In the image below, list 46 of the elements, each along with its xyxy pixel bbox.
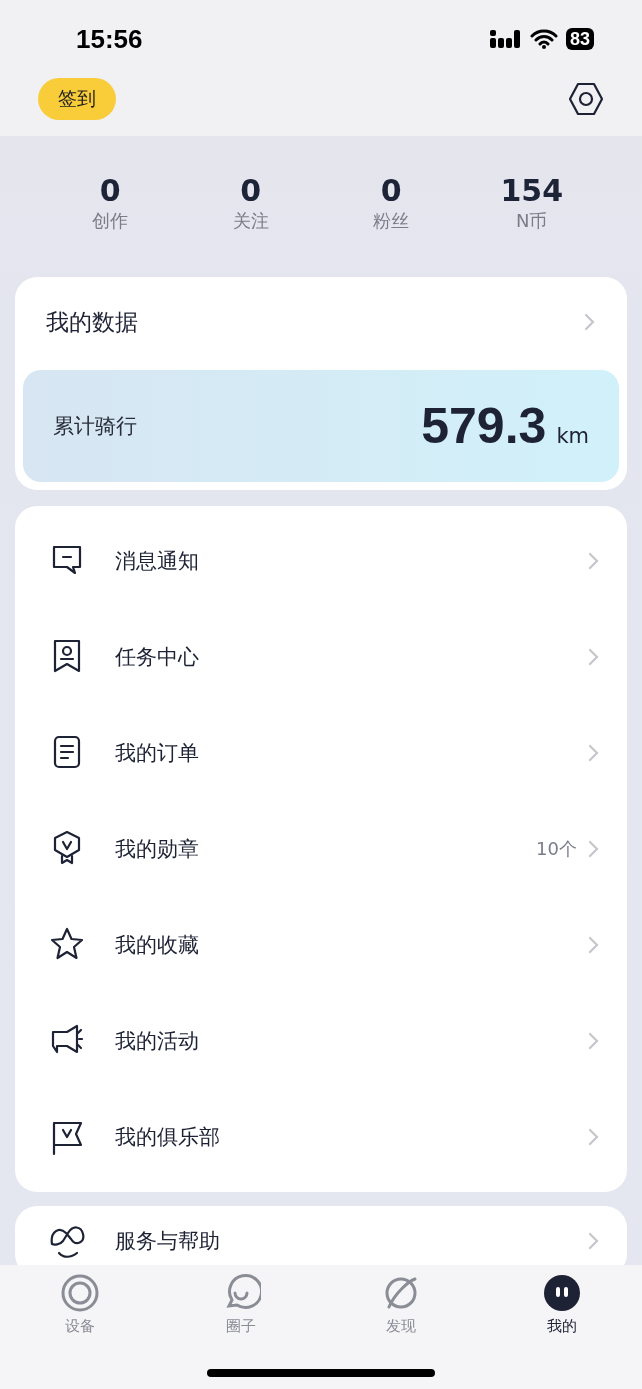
stat-value: 0 — [380, 174, 402, 208]
menu-label: 我的活动 — [115, 1028, 200, 1055]
menu-item[interactable]: 我的活动 — [15, 993, 627, 1089]
menu-count: 10个 — [536, 837, 577, 861]
distance-unit: km — [556, 424, 589, 448]
menu-item[interactable]: 我的俱乐部 — [15, 1089, 627, 1185]
signal-icon — [489, 30, 522, 48]
chevron-icon — [587, 839, 601, 859]
ride-label: 累计骑行 — [53, 413, 137, 440]
menu-label: 我的收藏 — [115, 932, 200, 959]
settings-icon[interactable] — [568, 81, 604, 117]
card-title: 我的数据 — [46, 307, 138, 337]
chevron-icon — [587, 1127, 601, 1147]
menu-item[interactable]: 我的收藏 — [15, 897, 627, 993]
menu-item[interactable]: 任务中心 — [15, 609, 627, 705]
status-time: 15:56 — [76, 23, 143, 55]
stat-label: N币 — [516, 209, 548, 233]
target-icon — [60, 1273, 101, 1313]
chevron-icon — [587, 935, 601, 955]
stat-value: 0 — [240, 174, 262, 208]
menu-item[interactable]: 服务与帮助 — [15, 1213, 627, 1269]
stat-label: 创作 — [92, 209, 129, 233]
menu-label: 我的勋章 — [115, 836, 200, 863]
chevron-icon — [587, 647, 601, 667]
stat-value: 0 — [99, 174, 121, 208]
menu-label: 我的俱乐部 — [115, 1124, 221, 1151]
stat-value: 154 — [500, 174, 564, 208]
chevron-icon — [587, 551, 601, 571]
menu-label: 服务与帮助 — [115, 1228, 221, 1255]
menu-label: 消息通知 — [115, 548, 200, 575]
menu-label: 任务中心 — [115, 644, 200, 671]
chevron-icon — [587, 743, 601, 763]
menu-item[interactable]: 消息通知 — [15, 513, 627, 609]
wifi-icon — [529, 29, 558, 49]
chevron-icon — [587, 1231, 601, 1251]
battery-level: 83 — [565, 28, 594, 50]
tab[interactable]: 我的 — [511, 1273, 612, 1336]
menu-item[interactable]: 我的订单 — [15, 705, 627, 801]
ride-distance: 579.3 — [421, 397, 547, 455]
chevron-icon — [587, 1031, 601, 1051]
face-icon — [541, 1273, 582, 1313]
checkin-button[interactable]: 签到 — [38, 78, 116, 120]
menu-label: 我的订单 — [115, 740, 200, 767]
stat-label: 关注 — [232, 209, 269, 233]
menu-item[interactable]: 我的勋章 10个 — [15, 801, 627, 897]
stat-label: 粉丝 — [373, 209, 410, 233]
